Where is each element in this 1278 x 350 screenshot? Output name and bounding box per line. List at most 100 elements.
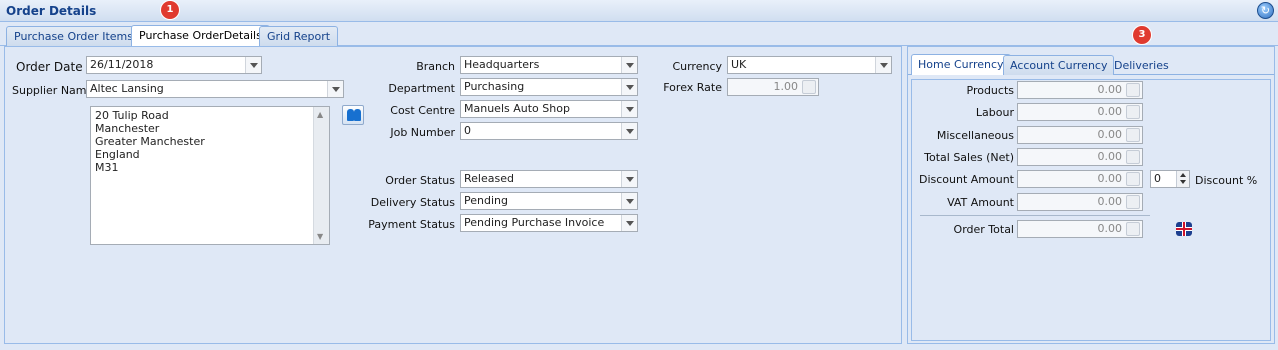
currency-tabstrip: Home Currency Account Currency Deliverie… <box>908 47 1274 75</box>
tab-deliveries[interactable]: Deliveries <box>1107 55 1176 75</box>
labour-label: Labour <box>975 106 1014 119</box>
labour-value: 0.00 <box>1097 105 1123 118</box>
department-field[interactable]: Purchasing <box>460 78 638 96</box>
products-value: 0.00 <box>1097 83 1123 96</box>
chevron-down-icon[interactable] <box>621 101 637 117</box>
order-date-value: 26/11/2018 <box>90 58 154 71</box>
supplier-name-label: Supplier Name <box>12 84 94 97</box>
products-field[interactable]: 0.00 <box>1017 81 1143 99</box>
job-number-label: Job Number <box>390 126 455 139</box>
cost-centre-value: Manuels Auto Shop <box>464 102 570 115</box>
chevron-down-icon[interactable] <box>245 57 261 73</box>
forex-rate-field[interactable]: 1.00 <box>727 78 819 96</box>
chevron-down-icon[interactable] <box>621 123 637 139</box>
discount-percent-value: 0 <box>1154 172 1161 185</box>
order-status-label: Order Status <box>385 174 455 187</box>
cost-centre-field[interactable]: Manuels Auto Shop <box>460 100 638 118</box>
field-trigger-icon[interactable] <box>1126 222 1140 236</box>
totals-divider <box>920 215 1150 216</box>
job-number-value: 0 <box>464 124 471 137</box>
order-total-value: 0.00 <box>1097 222 1123 235</box>
address-scrollbar[interactable] <box>313 107 329 244</box>
page-title: Order Details <box>6 4 97 18</box>
refresh-icon[interactable]: ↻ <box>1257 2 1274 19</box>
department-value: Purchasing <box>464 80 525 93</box>
branch-value: Headquarters <box>464 58 540 71</box>
currency-field[interactable]: UK <box>727 56 892 74</box>
payment-status-label: Payment Status <box>368 218 455 231</box>
supplier-name-value: Altec Lansing <box>90 82 164 95</box>
chevron-down-icon[interactable] <box>621 215 637 231</box>
tab-grid-report[interactable]: Grid Report <box>259 26 339 46</box>
discount-amount-label: Discount Amount <box>918 173 1014 186</box>
discount-percent-label: Discount % <box>1195 174 1258 187</box>
branch-label: Branch <box>416 60 455 73</box>
address-line: M31 <box>95 161 119 174</box>
tab-purchase-order-details[interactable]: Purchase OrderDetails <box>131 25 270 46</box>
payment-status-value: Pending Purchase Invoice <box>464 216 605 229</box>
branch-field[interactable]: Headquarters <box>460 56 638 74</box>
miscellaneous-label: Miscellaneous <box>936 129 1014 142</box>
callout-badge-3: 3 <box>1133 26 1151 44</box>
delivery-status-value: Pending <box>464 194 508 207</box>
order-total-label: Order Total <box>953 223 1014 236</box>
total-sales-field[interactable]: 0.00 <box>1017 148 1143 166</box>
field-trigger-icon[interactable] <box>1126 128 1140 142</box>
address-line: 20 Tulip Road <box>95 109 169 122</box>
main-tabstrip: Purchase Order Items Purchase OrderDetai… <box>0 23 1278 46</box>
callout-badge-1: 1 <box>161 1 179 19</box>
currency-value: UK <box>731 58 747 71</box>
order-status-field[interactable]: Released <box>460 170 638 188</box>
field-trigger-icon[interactable] <box>1126 83 1140 97</box>
contacts-icon <box>347 109 354 121</box>
miscellaneous-value: 0.00 <box>1097 128 1123 141</box>
delivery-status-field[interactable]: Pending <box>460 192 638 210</box>
cost-centre-label: Cost Centre <box>390 104 455 117</box>
order-date-label: Order Date <box>16 60 83 74</box>
field-trigger-icon[interactable] <box>1126 172 1140 186</box>
miscellaneous-field[interactable]: 0.00 <box>1017 126 1143 144</box>
order-status-value: Released <box>464 172 514 185</box>
products-label: Products <box>966 84 1015 97</box>
order-details-panel: Order Date 26/11/2018 Supplier Name Alte… <box>4 46 902 344</box>
tab-account-currency[interactable]: Account Currency <box>1003 55 1115 75</box>
field-trigger-icon[interactable] <box>1126 195 1140 209</box>
tab-purchase-order-items[interactable]: Purchase Order Items <box>6 26 141 46</box>
field-trigger-icon[interactable] <box>1126 150 1140 164</box>
delivery-status-label: Delivery Status <box>370 196 455 209</box>
chevron-down-icon[interactable] <box>621 193 637 209</box>
department-label: Department <box>388 82 455 95</box>
discount-percent-stepper[interactable]: 0 <box>1150 170 1190 188</box>
supplier-name-field[interactable]: Altec Lansing <box>86 80 344 98</box>
discount-amount-value: 0.00 <box>1097 172 1123 185</box>
labour-field[interactable]: 0.00 <box>1017 103 1143 121</box>
order-date-field[interactable]: 26/11/2018 <box>86 56 262 74</box>
currency-label: Currency <box>672 60 722 73</box>
forex-rate-label: Forex Rate <box>663 81 722 94</box>
job-number-field[interactable]: 0 <box>460 122 638 140</box>
discount-amount-field[interactable]: 0.00 <box>1017 170 1143 188</box>
vat-amount-field[interactable]: 0.00 <box>1017 193 1143 211</box>
total-sales-value: 0.00 <box>1097 150 1123 163</box>
stepper-arrows-icon[interactable] <box>1176 171 1189 187</box>
chevron-down-icon[interactable] <box>621 171 637 187</box>
address-line: Greater Manchester <box>95 135 205 148</box>
supplier-address-textarea[interactable]: 20 Tulip Road Manchester Greater Manches… <box>90 106 330 245</box>
tab-home-currency[interactable]: Home Currency <box>911 54 1011 75</box>
chevron-down-icon[interactable] <box>327 81 343 97</box>
field-trigger-icon[interactable] <box>802 80 816 94</box>
order-total-field[interactable]: 0.00 <box>1017 220 1143 238</box>
address-line: England <box>95 148 140 161</box>
total-sales-label: Total Sales (Net) <box>924 151 1014 164</box>
address-line: Manchester <box>95 122 160 135</box>
uk-flag-icon <box>1176 222 1192 236</box>
payment-status-field[interactable]: Pending Purchase Invoice <box>460 214 638 232</box>
currency-panel: Home Currency Account Currency Deliverie… <box>907 46 1275 344</box>
vat-amount-label: VAT Amount <box>947 196 1014 209</box>
chevron-down-icon[interactable] <box>875 57 891 73</box>
home-currency-totals: Products 0.00 Labour 0.00 Miscellaneous … <box>911 79 1271 341</box>
vat-amount-value: 0.00 <box>1097 195 1123 208</box>
title-bar: Order Details ↻ <box>0 0 1278 22</box>
forex-rate-value: 1.00 <box>773 80 799 93</box>
field-trigger-icon[interactable] <box>1126 105 1140 119</box>
